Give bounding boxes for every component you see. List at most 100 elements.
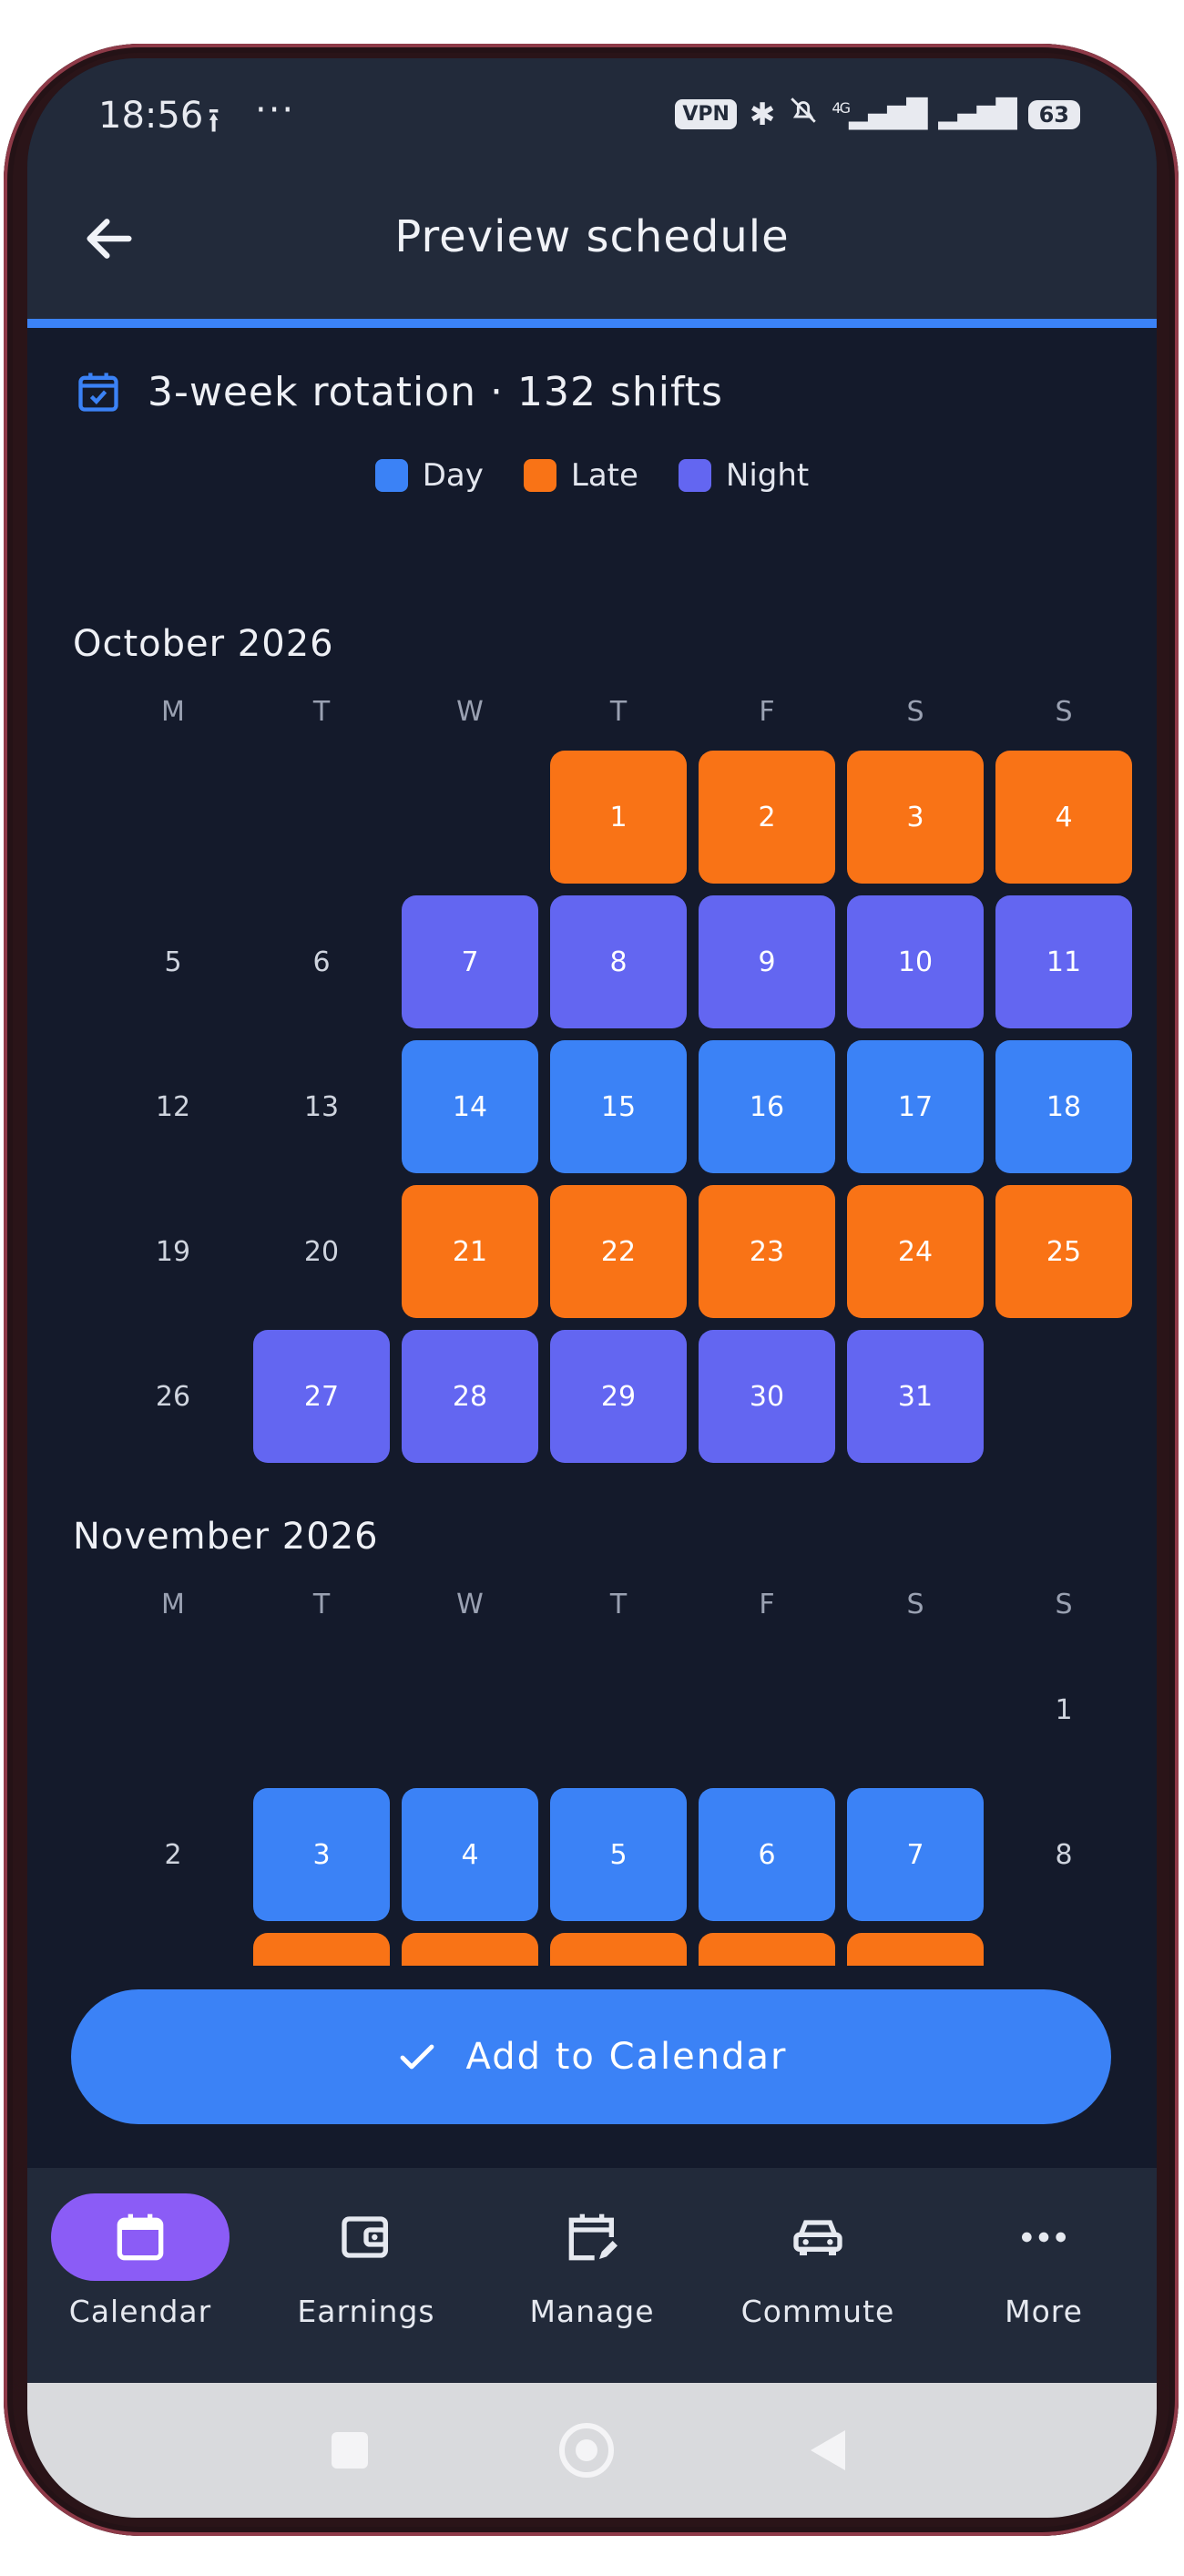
home-circle-icon[interactable]: [559, 2423, 614, 2478]
day-cell[interactable]: 5: [105, 895, 241, 1028]
day-cell[interactable]: 26: [105, 1330, 241, 1463]
legend-swatch-late: [523, 459, 556, 492]
nav-earnings-pill: [277, 2193, 455, 2281]
bell-off-icon: [788, 95, 819, 134]
day-cell-day[interactable]: 15: [550, 1040, 687, 1173]
day-cell[interactable]: 6: [253, 895, 390, 1028]
nav-more-label: More: [1005, 2294, 1083, 2329]
nav-more[interactable]: More: [944, 2193, 1144, 2329]
day-cell-late[interactable]: 11: [402, 1933, 538, 1966]
recents-square-icon[interactable]: [332, 2432, 368, 2469]
legend-item-night: Night: [678, 457, 809, 494]
more-horizontal-icon: [1022, 2232, 1066, 2243]
day-cell[interactable]: 1: [995, 1643, 1132, 1776]
weekday-header: W: [456, 1589, 484, 1620]
day-cell-day[interactable]: 14: [402, 1040, 538, 1173]
calendar-icon: [117, 2213, 164, 2261]
day-cell-day[interactable]: 7: [847, 1788, 984, 1921]
day-cell-late[interactable]: 3: [847, 751, 984, 884]
day-cell-late[interactable]: 4: [995, 751, 1132, 884]
day-cell-late[interactable]: 24: [847, 1185, 984, 1318]
day-cell[interactable]: 13: [253, 1040, 390, 1173]
nav-manage[interactable]: Manage: [492, 2193, 692, 2329]
nav-calendar-label: Calendar: [68, 2294, 212, 2329]
nav-manage-pill: [503, 2193, 681, 2281]
day-cell-night[interactable]: 9: [699, 895, 835, 1028]
day-cell[interactable]: 15: [995, 1933, 1132, 1966]
weekday-header: T: [609, 696, 628, 728]
day-cell[interactable]: 20: [253, 1185, 390, 1318]
day-cell-late[interactable]: 25: [995, 1185, 1132, 1318]
back-triangle-icon[interactable]: [807, 2427, 849, 2474]
day-cell-day[interactable]: 17: [847, 1040, 984, 1173]
nav-manage-label: Manage: [529, 2294, 655, 2329]
add-to-calendar-label: Add to Calendar: [465, 2036, 788, 2078]
status-time: 18:56: [98, 95, 204, 137]
car-icon: [793, 2220, 842, 2255]
day-cell[interactable]: 9: [105, 1933, 241, 1966]
summary-text: 3-week rotation · 132 shifts: [148, 368, 723, 415]
day-cell-night[interactable]: 28: [402, 1330, 538, 1463]
day-cell-late[interactable]: 21: [402, 1185, 538, 1318]
wallet-icon: [342, 2216, 388, 2258]
upload-icon: ⭱: [208, 100, 220, 140]
network-type: 4G: [832, 99, 851, 117]
day-cell-day[interactable]: 5: [550, 1788, 687, 1921]
day-cell-day[interactable]: 16: [699, 1040, 835, 1173]
battery-icon: 63: [1027, 99, 1080, 129]
day-cell-day[interactable]: 4: [402, 1788, 538, 1921]
legend-swatch-night: [678, 459, 711, 492]
day-cell-night[interactable]: 29: [550, 1330, 687, 1463]
signal-icon: ▂▄▆█: [938, 98, 1016, 130]
legend-label-late: Late: [570, 457, 638, 494]
day-cell-late[interactable]: 22: [550, 1185, 687, 1318]
weekday-header: S: [1055, 1589, 1073, 1620]
day-cell-late[interactable]: 10: [253, 1933, 390, 1966]
day-cell-day[interactable]: 6: [699, 1788, 835, 1921]
day-cell-night[interactable]: 31: [847, 1330, 984, 1463]
day-cell-late[interactable]: 1: [550, 751, 687, 884]
day-cell-late[interactable]: 13: [699, 1933, 835, 1966]
nav-calendar[interactable]: Calendar: [40, 2193, 240, 2329]
status-more: ···: [255, 89, 296, 131]
nav-earnings[interactable]: Earnings: [266, 2193, 466, 2329]
day-cell[interactable]: 8: [995, 1788, 1132, 1921]
day-cell-late[interactable]: 23: [699, 1185, 835, 1318]
weekday-header: T: [609, 1589, 628, 1620]
weekday-header: F: [759, 696, 775, 728]
day-cell-late[interactable]: 12: [550, 1933, 687, 1966]
weekday-header: T: [312, 1589, 331, 1620]
add-to-calendar-button[interactable]: Add to Calendar: [71, 1989, 1111, 2124]
day-cell-night[interactable]: 7: [402, 895, 538, 1028]
legend-label-day: Day: [422, 457, 484, 494]
day-cell[interactable]: 19: [105, 1185, 241, 1318]
calendar-edit-icon: [568, 2213, 618, 2261]
day-cell-night[interactable]: 10: [847, 895, 984, 1028]
weekday-header: T: [312, 696, 331, 728]
day-cell-night[interactable]: 11: [995, 895, 1132, 1028]
nav-calendar-pill: [51, 2193, 230, 2281]
day-cell-night[interactable]: 27: [253, 1330, 390, 1463]
calendar-check-icon: [78, 373, 118, 412]
calendar-scroll-area[interactable]: October 2026 M T W T F S S 1 2 3 4 5 6 7 8 9 10 11 12 13 14 15…: [27, 532, 1157, 1966]
day-cell-day[interactable]: 18: [995, 1040, 1132, 1173]
day-cell-day[interactable]: 3: [253, 1788, 390, 1921]
bluetooth-icon: ✱: [749, 96, 776, 133]
day-cell-night[interactable]: 30: [699, 1330, 835, 1463]
page-title: Preview schedule: [394, 211, 790, 262]
day-cell-late[interactable]: 14: [847, 1933, 984, 1966]
day-cell-late[interactable]: 2: [699, 751, 835, 884]
day-cell[interactable]: 12: [105, 1040, 241, 1173]
signal-4g-icon: 4G▂▄▆█: [832, 98, 927, 130]
month-title: October 2026: [73, 623, 334, 665]
nav-commute[interactable]: Commute: [718, 2193, 918, 2329]
nav-more-pill: [954, 2193, 1133, 2281]
top-app-bar: 18:56 ⭱ ··· VPN ✱ 4G▂▄▆█ ▂▄▆█ 63 Preview…: [27, 58, 1157, 328]
status-bar: 18:56 ⭱ ··· VPN ✱ 4G▂▄▆█ ▂▄▆█ 63: [27, 58, 1157, 177]
day-cell-night[interactable]: 8: [550, 895, 687, 1028]
day-cell[interactable]: 2: [105, 1788, 241, 1921]
nav-earnings-label: Earnings: [297, 2294, 435, 2329]
shift-legend: Day Late Night: [27, 457, 1157, 494]
bottom-navigation: Calendar Earnings Manage Commute More: [27, 2168, 1157, 2383]
nav-commute-label: Commute: [740, 2294, 895, 2329]
